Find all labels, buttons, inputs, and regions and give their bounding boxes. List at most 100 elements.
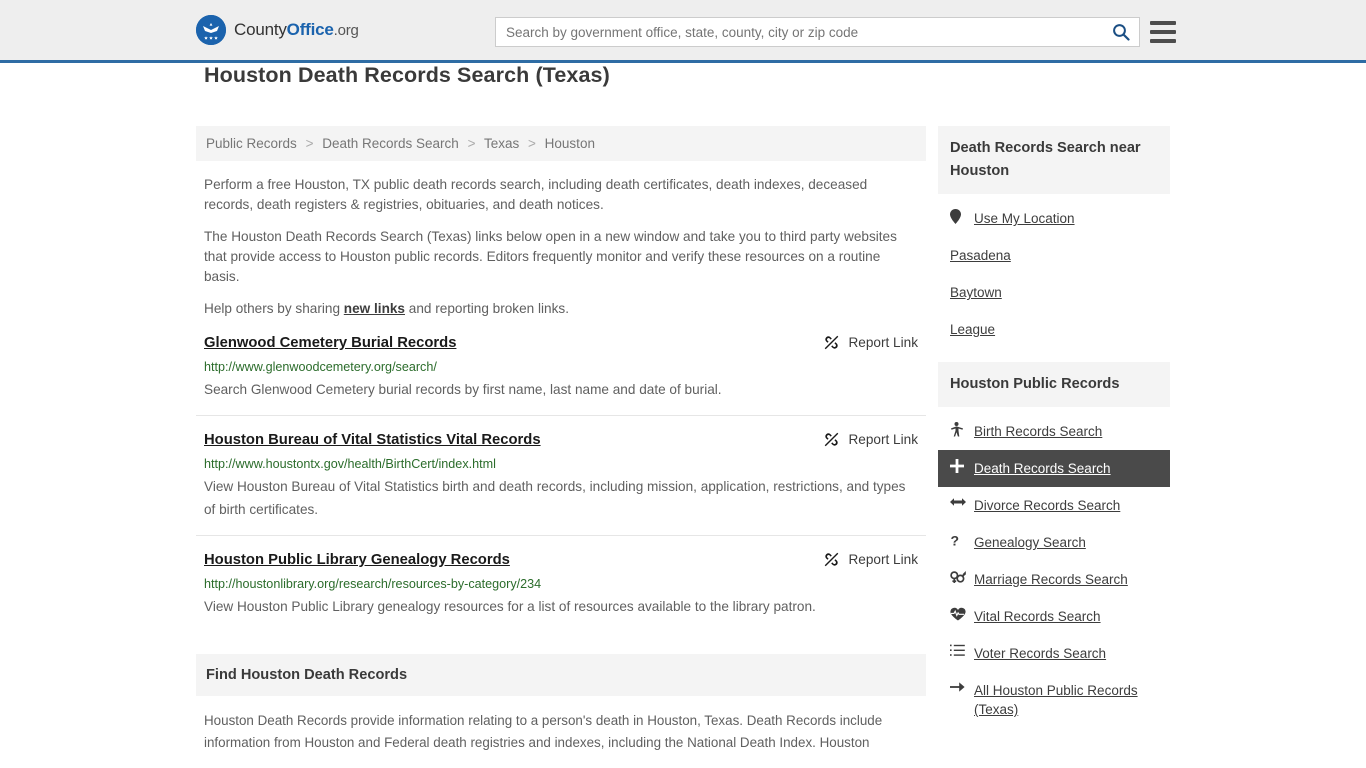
breadcrumb-separator: > xyxy=(305,136,314,151)
result-url: http://www.houstontx.gov/health/BirthCer… xyxy=(204,457,496,471)
brand-part-county: County xyxy=(234,20,287,39)
question-mark-icon: ? xyxy=(950,533,965,548)
sidebar-item-all-houston-public-records[interactable]: All Houston Public Records (Texas) xyxy=(938,672,1170,728)
breadcrumb-item-death-records-search[interactable]: Death Records Search xyxy=(322,136,459,151)
result-url: http://houstonlibrary.org/research/resou… xyxy=(204,577,542,591)
search-icon xyxy=(1113,24,1130,41)
result-header: Glenwood Cemetery Burial Records Report … xyxy=(204,333,918,353)
sidebar-item-label: Pasadena xyxy=(950,248,1011,263)
main-column: Public Records > Death Records Search > … xyxy=(196,126,926,754)
sidebar-item-label: Marriage Records Search xyxy=(974,572,1128,587)
intro-paragraph-1: Perform a free Houston, TX public death … xyxy=(204,177,868,212)
intro-paragraph-3: Help others by sharing new links and rep… xyxy=(196,299,926,319)
sidebar-item-label: Baytown xyxy=(950,285,1002,300)
hamburger-menu-icon[interactable] xyxy=(1150,18,1176,46)
hamburger-bar xyxy=(1150,30,1176,34)
breadcrumb-separator: > xyxy=(528,136,536,151)
result-item: Glenwood Cemetery Burial Records Report … xyxy=(196,333,926,416)
broken-link-icon xyxy=(825,432,839,447)
breadcrumb-item-texas[interactable]: Texas xyxy=(484,136,519,151)
find-records-body: Houston Death Records provide informatio… xyxy=(196,710,926,754)
hamburger-bar xyxy=(1150,39,1176,43)
content-wrapper: Public Records > Death Records Search > … xyxy=(196,104,1170,754)
page-title: Houston Death Records Search (Texas) xyxy=(204,63,610,87)
sidebar-item-vital-records-search[interactable]: Vital Records Search xyxy=(938,598,1170,635)
site-header: CountyOffice.org xyxy=(0,0,1366,63)
sidebar-item-birth-records-search[interactable]: Birth Records Search xyxy=(938,413,1170,450)
search-input[interactable] xyxy=(496,18,1103,46)
near-houston-heading: Death Records Search near Houston xyxy=(938,126,1170,194)
near-houston-card: Death Records Search near Houston Use My… xyxy=(938,126,1170,348)
heartbeat-icon xyxy=(950,607,966,621)
sidebar-item-baytown[interactable]: Baytown xyxy=(938,274,1170,311)
report-link-label: Report Link xyxy=(848,335,918,350)
result-title-link[interactable]: Houston Public Library Genealogy Records xyxy=(204,550,510,570)
sidebar-item-label: Divorce Records Search xyxy=(974,498,1121,513)
result-header: Houston Public Library Genealogy Records… xyxy=(204,550,918,570)
sidebar-item-league[interactable]: League xyxy=(938,311,1170,348)
find-records-heading: Find Houston Death Records xyxy=(196,654,926,696)
result-title-link[interactable]: Glenwood Cemetery Burial Records xyxy=(204,333,456,353)
sidebar-item-label: Use My Location xyxy=(974,211,1075,226)
intro-p3-before: Help others by sharing xyxy=(204,301,344,316)
public-records-heading: Houston Public Records xyxy=(938,362,1170,407)
page-container: Houston Death Records Search (Texas) Pub… xyxy=(0,63,1366,754)
report-link-label: Report Link xyxy=(848,432,918,447)
result-url: http://www.glenwoodcemetery.org/search/ xyxy=(204,360,437,374)
broken-link-icon xyxy=(825,552,839,567)
sidebar-item-genealogy-search[interactable]: ? Genealogy Search xyxy=(938,524,1170,561)
arrow-right-icon xyxy=(950,681,965,693)
result-item: Houston Public Library Genealogy Records… xyxy=(196,550,926,632)
result-description: View Houston Public Library genealogy re… xyxy=(204,599,816,614)
public-records-list: Birth Records Search Death Records Searc… xyxy=(938,407,1170,728)
brand-part-tld: .org xyxy=(333,22,359,39)
sidebar-item-label: Voter Records Search xyxy=(974,646,1107,661)
sidebar-item-voter-records-search[interactable]: Voter Records Search xyxy=(938,635,1170,672)
new-links-link[interactable]: new links xyxy=(344,301,405,316)
broken-link-icon xyxy=(825,335,839,350)
sidebar-item-use-my-location[interactable]: Use My Location xyxy=(938,200,1170,237)
result-description: Search Glenwood Cemetery burial records … xyxy=(204,382,722,397)
intro-text: Perform a free Houston, TX public death … xyxy=(196,175,926,319)
left-right-arrow-icon xyxy=(950,496,966,508)
result-item: Houston Bureau of Vital Statistics Vital… xyxy=(196,430,926,536)
sidebar-item-divorce-records-search[interactable]: Divorce Records Search xyxy=(938,487,1170,524)
cross-icon xyxy=(950,459,965,473)
sidebar: Death Records Search near Houston Use My… xyxy=(938,126,1170,754)
sidebar-item-label: Birth Records Search xyxy=(974,424,1103,439)
ordered-list-icon xyxy=(950,644,965,657)
map-pin-icon xyxy=(950,209,965,224)
result-header: Houston Bureau of Vital Statistics Vital… xyxy=(204,430,918,450)
result-description: View Houston Bureau of Vital Statistics … xyxy=(204,479,906,517)
sidebar-item-marriage-records-search[interactable]: Marriage Records Search xyxy=(938,561,1170,598)
report-link-button[interactable]: Report Link xyxy=(823,551,918,568)
sidebar-item-label: Genealogy Search xyxy=(974,535,1086,550)
site-logo-text: CountyOffice.org xyxy=(234,20,359,40)
eagle-seal-logo-icon xyxy=(196,15,226,45)
find-records-paragraph: Houston Death Records provide informatio… xyxy=(204,713,883,750)
breadcrumb-item-public-records[interactable]: Public Records xyxy=(206,136,297,151)
near-houston-list: Use My Location Pasadena Baytown League xyxy=(938,194,1170,348)
child-icon xyxy=(950,422,965,437)
site-logo[interactable]: CountyOffice.org xyxy=(196,15,359,45)
results-list: Glenwood Cemetery Burial Records Report … xyxy=(196,333,926,632)
brand-part-office: Office xyxy=(286,20,334,39)
intro-p3-after: and reporting broken links. xyxy=(405,301,569,316)
svg-text:?: ? xyxy=(951,533,960,548)
result-title-link[interactable]: Houston Bureau of Vital Statistics Vital… xyxy=(204,430,541,450)
sidebar-item-label: League xyxy=(950,322,996,337)
report-link-button[interactable]: Report Link xyxy=(823,431,918,448)
report-link-button[interactable]: Report Link xyxy=(823,334,918,351)
sidebar-item-label: Vital Records Search xyxy=(974,609,1101,624)
breadcrumb: Public Records > Death Records Search > … xyxy=(196,126,926,161)
sidebar-item-label: Death Records Search xyxy=(974,461,1111,476)
public-records-card: Houston Public Records Birth Records Sea… xyxy=(938,362,1170,728)
hamburger-bar xyxy=(1150,21,1176,25)
breadcrumb-item-houston[interactable]: Houston xyxy=(545,136,595,151)
search-bar[interactable] xyxy=(495,17,1140,47)
search-button[interactable] xyxy=(1103,18,1139,46)
sidebar-item-death-records-search[interactable]: Death Records Search xyxy=(938,450,1170,487)
sidebar-item-pasadena[interactable]: Pasadena xyxy=(938,237,1170,274)
venus-mars-icon xyxy=(950,570,966,584)
sidebar-item-label: All Houston Public Records (Texas) xyxy=(974,683,1138,717)
